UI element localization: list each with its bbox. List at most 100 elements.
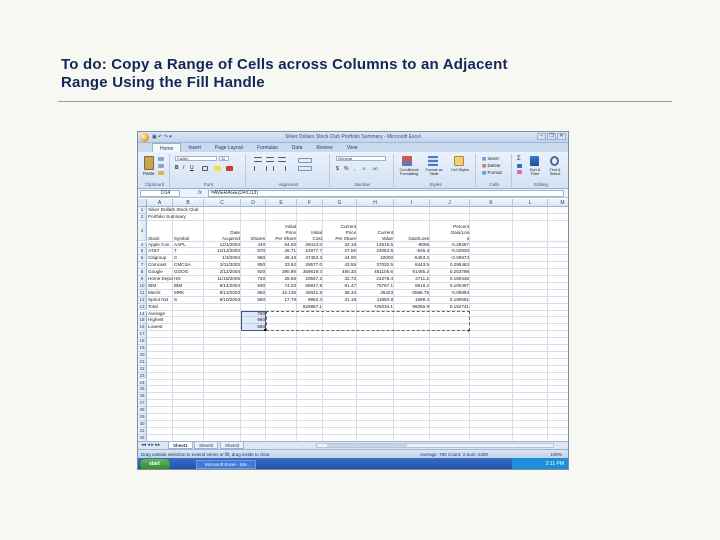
decrease-decimal-icon[interactable]: .00 bbox=[372, 166, 378, 171]
taskbar-excel-item[interactable]: Microsoft Excel - Silv... bbox=[196, 460, 256, 469]
row-header-18[interactable]: 18 bbox=[138, 338, 147, 345]
column-header-f[interactable]: F bbox=[297, 199, 323, 207]
cell-d16[interactable]: 560 bbox=[241, 324, 266, 331]
header-cell[interactable]: Percent Gain/Los s bbox=[430, 221, 470, 242]
column-header-b[interactable]: B bbox=[173, 199, 204, 207]
data-cell[interactable]: 17.79 bbox=[266, 297, 297, 304]
format-as-table-icon[interactable] bbox=[428, 156, 438, 166]
data-cell[interactable]: GOOG bbox=[173, 269, 204, 276]
row-header-28[interactable]: 28 bbox=[138, 407, 147, 414]
tab-data[interactable]: Data bbox=[285, 143, 310, 152]
data-cell[interactable]: 64.50 bbox=[266, 242, 297, 249]
data-cell[interactable]: 9962.4 bbox=[297, 297, 323, 304]
clear-icon[interactable] bbox=[517, 170, 522, 174]
data-cell[interactable]: 0.180448 bbox=[430, 276, 470, 283]
tab-page-layout[interactable]: Page Layout bbox=[208, 143, 250, 152]
data-cell[interactable]: 1898.4 bbox=[394, 297, 430, 304]
row-header-12[interactable]: 12 bbox=[138, 296, 147, 304]
worksheet-grid[interactable]: ABCDEFGHIJKLMNO1234567891011121314151617… bbox=[138, 199, 568, 463]
row-header-31[interactable]: 31 bbox=[138, 427, 147, 435]
align-center-icon[interactable] bbox=[266, 166, 274, 171]
data-cell[interactable]: 38.34 bbox=[323, 290, 357, 297]
borders-icon[interactable] bbox=[202, 166, 208, 171]
data-cell[interactable]: 74.03 bbox=[266, 283, 297, 290]
data-cell[interactable]: 42000 bbox=[357, 255, 394, 262]
cell-total-value[interactable]: 725034.1 bbox=[357, 304, 394, 311]
cell-total-value[interactable]: 628967.1 bbox=[297, 304, 323, 311]
cell-lowest-label[interactable]: Lowest bbox=[147, 324, 173, 331]
data-cell[interactable]: 390.89 bbox=[266, 269, 297, 276]
data-cell[interactable]: 11/18/2005 bbox=[204, 276, 241, 283]
data-cell[interactable]: -8096 bbox=[394, 242, 430, 249]
insert-button[interactable]: ▦ Insert bbox=[482, 156, 499, 162]
row-header-7[interactable]: 7 bbox=[138, 262, 147, 270]
font-name-select[interactable]: Calibri bbox=[175, 156, 217, 161]
data-cell[interactable]: T bbox=[173, 248, 204, 255]
data-cell[interactable]: 33.62 bbox=[266, 262, 297, 269]
row-header-8[interactable]: 8 bbox=[138, 269, 147, 276]
sheet-tab-3[interactable]: Sheet3 bbox=[220, 442, 245, 449]
increase-decimal-icon[interactable]: .0 bbox=[362, 166, 365, 171]
currency-icon[interactable]: $ bbox=[336, 166, 339, 172]
row-header-27[interactable]: 27 bbox=[138, 400, 147, 408]
cell-highest-label[interactable]: Highest bbox=[147, 317, 173, 324]
row-header-19[interactable]: 19 bbox=[138, 345, 147, 352]
header-cell[interactable]: Stock bbox=[147, 221, 173, 242]
data-cell[interactable]: -0.28497 bbox=[430, 242, 470, 249]
data-cell[interactable]: 42.128 bbox=[266, 290, 297, 297]
data-cell[interactable]: 0.253798 bbox=[430, 269, 470, 276]
font-color-icon[interactable] bbox=[226, 166, 233, 171]
sheet-tab-2[interactable]: Sheet2 bbox=[194, 442, 219, 449]
row-header-11[interactable]: 11 bbox=[138, 289, 147, 297]
data-cell[interactable]: 870 bbox=[241, 248, 266, 255]
comma-icon[interactable]: , bbox=[354, 166, 355, 172]
data-cell[interactable]: IBM bbox=[173, 283, 204, 290]
data-cell[interactable]: 36423 bbox=[357, 290, 394, 297]
data-cell[interactable]: 14515.6 bbox=[357, 242, 394, 249]
cell-total-value[interactable]: 0.152741 bbox=[430, 304, 470, 311]
paste-icon[interactable] bbox=[144, 156, 154, 170]
conditional-formatting-icon[interactable] bbox=[402, 156, 412, 166]
data-cell[interactable]: 75767.1 bbox=[357, 283, 394, 290]
fill-color-icon[interactable] bbox=[214, 166, 221, 171]
find-select-button[interactable]: Find & Select bbox=[545, 168, 565, 176]
data-cell[interactable]: 6919.2 bbox=[394, 283, 430, 290]
row-header-6[interactable]: 6 bbox=[138, 255, 147, 263]
data-cell[interactable]: CMCSA bbox=[173, 262, 204, 269]
row-header-17[interactable]: 17 bbox=[138, 331, 147, 339]
data-cell[interactable]: 91485.2 bbox=[394, 269, 430, 276]
data-cell[interactable]: 850 bbox=[241, 262, 266, 269]
cell-d14[interactable]: 760 bbox=[241, 311, 266, 318]
data-cell[interactable]: 720 bbox=[241, 276, 266, 283]
maximize-button[interactable]: ❐ bbox=[547, 133, 556, 140]
data-cell[interactable]: 560 bbox=[241, 297, 266, 304]
row-header-24[interactable]: 24 bbox=[138, 379, 147, 387]
data-cell[interactable]: 9/13/2003 bbox=[204, 290, 241, 297]
autosum-icon[interactable]: Σ bbox=[517, 156, 521, 162]
data-cell[interactable]: 9/14/2004 bbox=[204, 283, 241, 290]
row-header-4[interactable]: 4 bbox=[138, 241, 147, 249]
data-cell[interactable]: IBM bbox=[147, 283, 173, 290]
data-cell[interactable]: -826.4 bbox=[394, 248, 430, 255]
data-cell[interactable]: MRK bbox=[173, 290, 204, 297]
header-cell[interactable]: Date Acquired bbox=[204, 221, 241, 242]
data-cell[interactable]: 27.55 bbox=[323, 248, 357, 255]
header-cell[interactable]: Current Value bbox=[357, 221, 394, 242]
formula-input[interactable]: =AVERAGE(D4:D13) bbox=[208, 190, 564, 197]
cell-total-label[interactable]: Total bbox=[147, 304, 173, 311]
data-cell[interactable]: 44.00 bbox=[323, 255, 357, 262]
name-box[interactable]: D14 bbox=[140, 190, 180, 197]
data-cell[interactable]: 9/10/2003 bbox=[204, 297, 241, 304]
data-cell[interactable]: Home Depot bbox=[147, 276, 173, 283]
row-header-20[interactable]: 20 bbox=[138, 351, 147, 359]
row-header-23[interactable]: 23 bbox=[138, 372, 147, 380]
insert-function-icon[interactable]: fx bbox=[198, 190, 202, 196]
data-cell[interactable]: 21.18 bbox=[323, 297, 357, 304]
zoom-level[interactable]: 100% bbox=[550, 452, 562, 457]
cut-icon[interactable] bbox=[158, 157, 164, 161]
row-header-25[interactable]: 25 bbox=[138, 386, 147, 394]
paste-button[interactable]: Paste bbox=[143, 171, 155, 176]
data-cell[interactable]: Apple Con bbox=[147, 242, 173, 249]
column-header-d[interactable]: D bbox=[241, 199, 266, 207]
sheet-tab-1[interactable]: Sheet1 bbox=[168, 442, 193, 449]
